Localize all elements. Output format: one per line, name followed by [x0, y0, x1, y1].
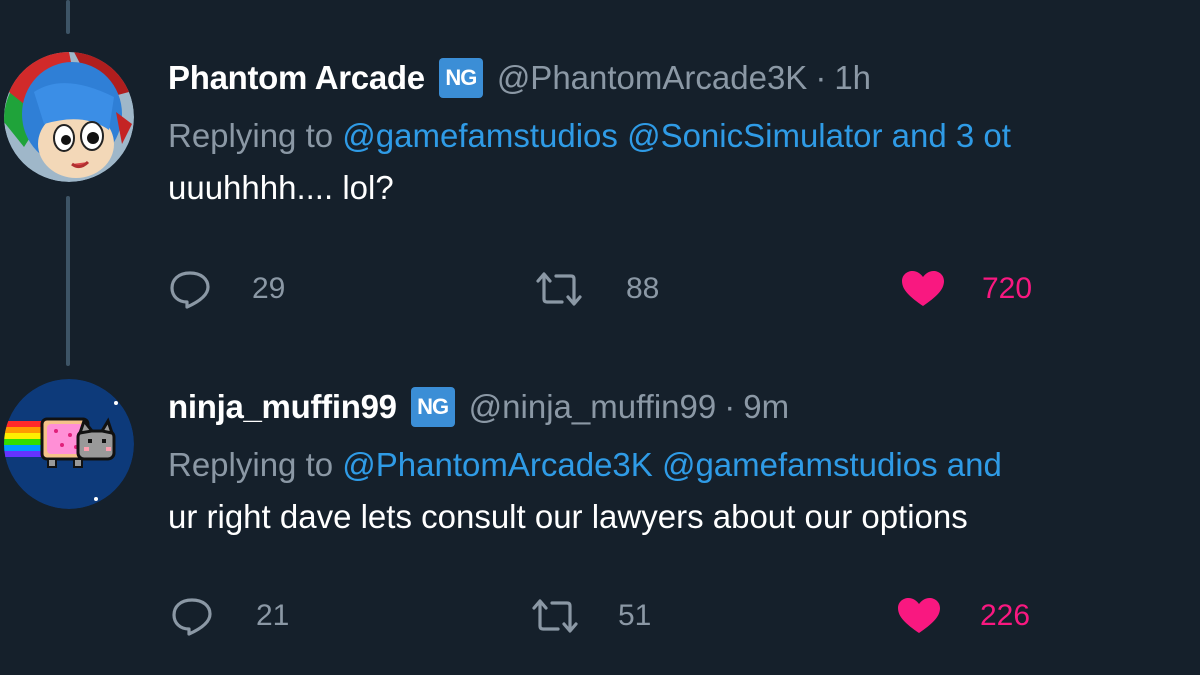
replying-to-line: Replying to @gamefamstudios @SonicSimula… — [168, 116, 1200, 156]
tweet-thread: Phantom Arcade NG @PhantomArcade3K · 1h … — [0, 0, 1200, 675]
replying-to-label: Replying to — [168, 446, 334, 483]
reply-button[interactable]: 21 — [170, 591, 289, 641]
user-handle[interactable]: @PhantomArcade3K — [497, 59, 808, 97]
tweet-content: ninja_muffin99 NG @ninja_muffin99 · 9m R… — [168, 385, 1200, 537]
like-count: 226 — [980, 599, 1031, 632]
like-button[interactable]: 720 — [900, 264, 1032, 314]
top-strip — [0, 0, 1200, 22]
user-handle[interactable]: @ninja_muffin99 — [469, 388, 717, 426]
retweet-count: 88 — [626, 272, 660, 305]
retweet-button[interactable]: 51 — [528, 591, 651, 641]
reply-count: 21 — [256, 599, 290, 632]
separator-dot: · — [724, 388, 736, 425]
replying-to-mentions[interactable]: @PhantomArcade3K @gamefamstudios and — [342, 446, 1002, 483]
newgrounds-badge-icon: NG — [438, 58, 483, 98]
replying-to-mentions[interactable]: @gamefamstudios @SonicSimulator and 3 ot — [342, 117, 1011, 154]
avatar[interactable] — [4, 379, 134, 509]
separator-dot: · — [815, 59, 827, 96]
avatar[interactable] — [4, 52, 134, 182]
tweet-timestamp[interactable]: 9m — [743, 388, 789, 426]
tweet[interactable]: ninja_muffin99 NG @ninja_muffin99 · 9m R… — [0, 356, 1200, 675]
retweet-button[interactable]: 88 — [532, 264, 659, 314]
tweet-content: Phantom Arcade NG @PhantomArcade3K · 1h … — [168, 56, 1200, 208]
like-count: 720 — [982, 272, 1033, 305]
nyan-cat-avatar-icon — [4, 379, 134, 509]
reply-button[interactable]: 29 — [168, 264, 285, 314]
retweet-arrows-icon — [536, 272, 582, 306]
like-button[interactable]: 226 — [896, 591, 1030, 641]
reply-bubble-icon — [170, 271, 210, 309]
display-name[interactable]: Phantom Arcade — [168, 59, 425, 97]
newgrounds-badge-icon: NG — [410, 387, 455, 427]
heart-filled-icon — [898, 598, 940, 633]
tweet-actions: 21 51 226 — [168, 591, 1168, 641]
heart-filled-icon — [902, 271, 944, 306]
cartoon-character-avatar-icon — [4, 52, 134, 182]
display-name[interactable]: ninja_muffin99 — [168, 388, 397, 426]
replying-to-label: Replying to — [168, 117, 334, 154]
retweet-count: 51 — [618, 599, 652, 632]
reply-bubble-icon — [172, 598, 212, 636]
tweet-actions: 29 88 720 — [168, 264, 1168, 314]
tweet-text: ur right dave lets consult our lawyers a… — [168, 498, 968, 535]
tweet[interactable]: Phantom Arcade NG @PhantomArcade3K · 1h … — [0, 22, 1200, 356]
retweet-arrows-icon — [532, 599, 578, 633]
reply-count: 29 — [252, 272, 286, 305]
replying-to-line: Replying to @PhantomArcade3K @gamefamstu… — [168, 445, 1200, 485]
tweet-text: uuuhhhh.... lol? — [168, 169, 394, 206]
tweet-header: Phantom Arcade NG @PhantomArcade3K · 1h — [168, 56, 1200, 100]
tweet-header: ninja_muffin99 NG @ninja_muffin99 · 9m — [168, 385, 1200, 429]
tweet-timestamp[interactable]: 1h — [834, 59, 871, 97]
